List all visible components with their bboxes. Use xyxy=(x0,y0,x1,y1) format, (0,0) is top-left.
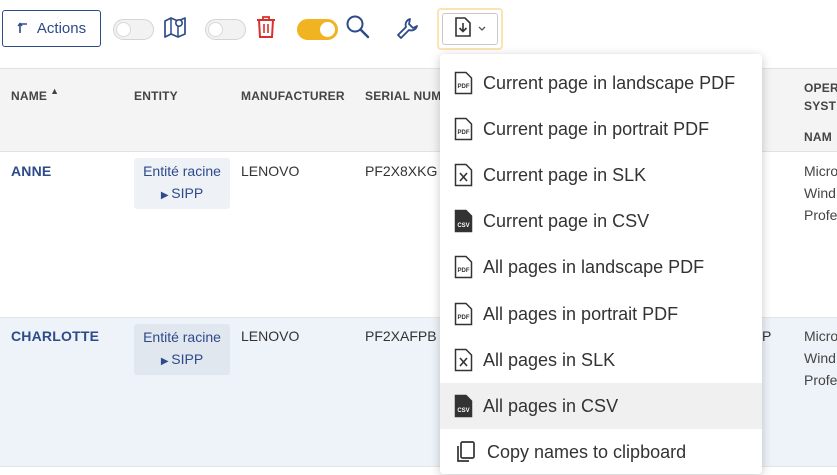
csv-file-icon: CSV xyxy=(454,394,473,418)
svg-text:CSV: CSV xyxy=(457,408,469,414)
svg-text:PDF: PDF xyxy=(458,130,470,136)
menu-item-all-csv[interactable]: CSV All pages in CSV xyxy=(440,383,762,429)
column-header-name[interactable]: NAME ▲ xyxy=(11,86,59,103)
arrow-return-icon xyxy=(17,20,29,37)
svg-text:CSV: CSV xyxy=(457,223,469,229)
search-toggle[interactable] xyxy=(297,19,338,40)
entity-chip[interactable]: Entité racine ▶ SIPP xyxy=(134,158,230,209)
column-header-entity[interactable]: ENTITY xyxy=(134,89,178,103)
pdf-file-icon: PDF xyxy=(454,255,473,279)
slk-file-icon xyxy=(454,163,473,187)
column-header-serial[interactable]: SERIAL NUM xyxy=(365,89,441,103)
column-header-os-line2[interactable]: SYST xyxy=(804,99,836,113)
download-icon xyxy=(454,16,472,43)
entity-sublabel: ▶ SIPP xyxy=(160,185,204,201)
menu-item-copy-names[interactable]: Copy names to clipboard xyxy=(440,429,762,475)
manufacturer-cell: LENOVO xyxy=(241,328,300,344)
search-icon[interactable] xyxy=(345,14,371,45)
map-pin-icon[interactable] xyxy=(162,14,188,45)
menu-item-current-csv[interactable]: CSV Current page in CSV xyxy=(440,198,762,244)
entity-label: Entité racine xyxy=(143,329,221,345)
os-cell: Micro Wind Profe xyxy=(804,163,837,223)
slk-file-icon xyxy=(454,348,473,372)
column-header-os-line1[interactable]: OPER xyxy=(804,81,837,95)
map-toggle[interactable] xyxy=(113,19,154,40)
caret-right-icon: ▶ xyxy=(160,190,172,201)
menu-item-current-landscape-pdf[interactable]: PDF Current page in landscape PDF xyxy=(440,60,762,106)
row-name-link[interactable]: CHARLOTTE xyxy=(11,328,99,344)
svg-text:PDF: PDF xyxy=(458,84,470,90)
menu-item-all-slk[interactable]: All pages in SLK xyxy=(440,337,762,383)
wrench-icon[interactable] xyxy=(395,15,421,46)
actions-label: Actions xyxy=(36,20,87,37)
menu-item-all-landscape-pdf[interactable]: PDF All pages in landscape PDF xyxy=(440,244,762,290)
chevron-down-icon xyxy=(478,24,486,35)
menu-item-all-portrait-pdf[interactable]: PDF All pages in portrait PDF xyxy=(440,291,762,337)
row-name-link[interactable]: ANNE xyxy=(11,163,51,179)
pdf-file-icon: PDF xyxy=(454,302,473,326)
actions-button[interactable]: Actions xyxy=(2,10,101,47)
pdf-file-icon: PDF xyxy=(454,117,473,141)
serial-cell: PF2XAFPB xyxy=(365,328,437,344)
sort-ascending-icon[interactable]: ▲ xyxy=(50,86,59,96)
column-header-os-name[interactable]: NAM xyxy=(804,130,832,144)
manufacturer-cell: LENOVO xyxy=(241,163,300,179)
svg-text:PDF: PDF xyxy=(458,315,470,321)
export-dropdown-menu: PDF Current page in landscape PDF PDF Cu… xyxy=(440,54,762,474)
os-cell: Micro Wind Profe xyxy=(804,328,837,388)
menu-item-current-portrait-pdf[interactable]: PDF Current page in portrait PDF xyxy=(440,106,762,152)
csv-file-icon: CSV xyxy=(454,209,473,233)
pdf-file-icon: PDF xyxy=(454,71,473,95)
entity-label: Entité racine xyxy=(143,163,221,179)
caret-right-icon: ▶ xyxy=(160,356,172,367)
entity-sublabel: ▶ SIPP xyxy=(160,351,204,367)
column-header-manufacturer[interactable]: MANUFACTURER xyxy=(241,89,345,103)
entity-chip[interactable]: Entité racine ▶ SIPP xyxy=(134,324,230,375)
trash-icon[interactable] xyxy=(255,14,277,45)
export-button[interactable] xyxy=(437,8,503,50)
svg-text:PDF: PDF xyxy=(458,268,470,274)
menu-item-current-slk[interactable]: Current page in SLK xyxy=(440,152,762,198)
extra-cell: P xyxy=(762,328,772,344)
copy-icon xyxy=(454,440,477,464)
serial-cell: PF2X8XKG xyxy=(365,163,438,179)
delete-toggle[interactable] xyxy=(205,19,246,40)
